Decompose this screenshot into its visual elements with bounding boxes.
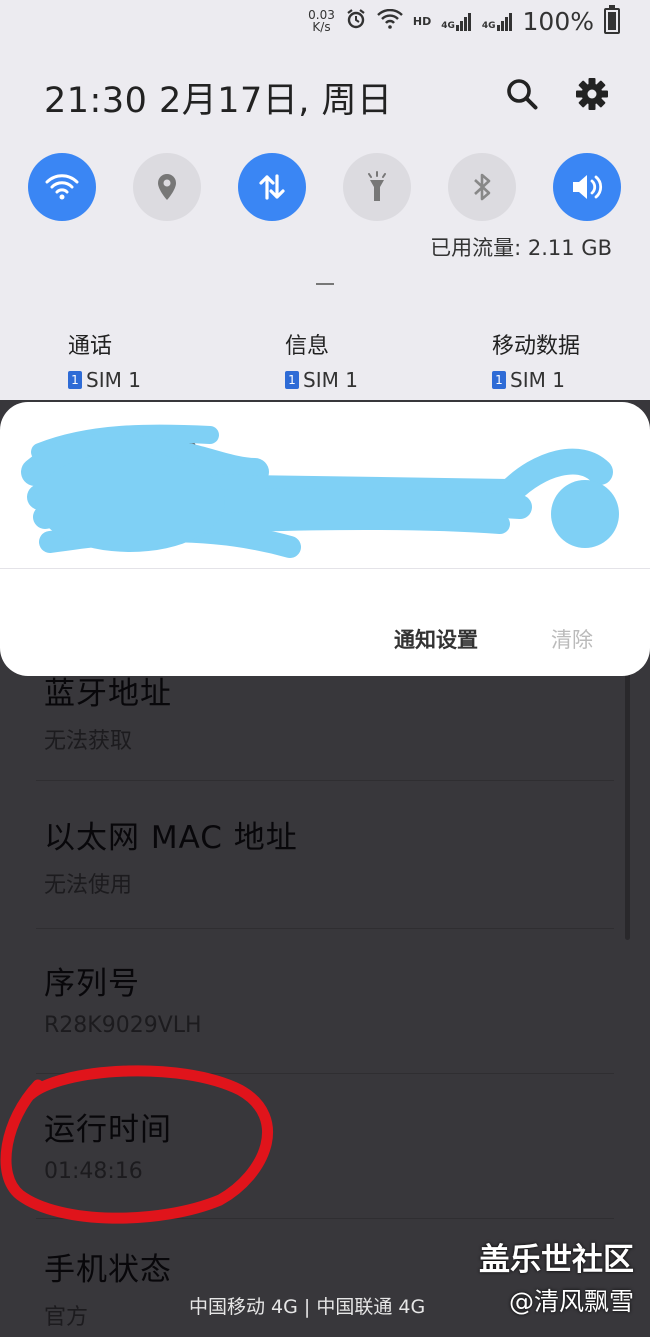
setting-bluetooth-address[interactable]: 蓝牙地址 无法获取 xyxy=(44,668,614,755)
setting-title: 以太网 MAC 地址 xyxy=(44,820,298,856)
battery-icon xyxy=(604,5,620,34)
divider xyxy=(36,780,614,781)
sim-indicator: 1 SIM 1 xyxy=(492,368,580,392)
setting-ethernet-mac[interactable]: 以太网 MAC 地址 无法使用 xyxy=(44,812,614,899)
signal-icon: 4G xyxy=(482,11,513,31)
setting-uptime[interactable]: 运行时间 01:48:16 xyxy=(44,1104,614,1184)
wifi-icon xyxy=(45,174,79,200)
card-divider xyxy=(0,568,650,569)
signal-icon: 4G xyxy=(441,11,472,31)
notification-settings-button[interactable]: 通知设置 xyxy=(394,624,478,654)
hd-indicator: HD xyxy=(412,14,432,28)
notification-shade: 0.03 K/s HD 4G 4G 100% 21:30 2月17日, 周日 已… xyxy=(0,0,650,400)
setting-serial-number[interactable]: 序列号 R28K9029VLH xyxy=(44,958,614,1038)
search-button[interactable] xyxy=(502,74,542,114)
sim-name: SIM 1 xyxy=(86,368,141,392)
setting-value: R28K9029VLH xyxy=(44,1013,202,1038)
network-speed-unit: K/s xyxy=(312,20,331,34)
wifi-icon xyxy=(377,8,403,33)
gear-icon xyxy=(576,78,608,110)
carrier-text: 中国移动 4G | 中国联通 4G xyxy=(189,1296,426,1318)
sim-badge-icon: 1 xyxy=(285,371,299,389)
alarm-icon xyxy=(345,8,367,35)
clear-button[interactable]: 清除 xyxy=(551,624,593,654)
divider xyxy=(36,1073,614,1074)
setting-title: 序列号 xyxy=(44,966,140,1002)
data-usage-label: 已用流量: 2.11 GB xyxy=(430,236,612,260)
toggle-wifi[interactable] xyxy=(28,153,96,221)
settings-button[interactable] xyxy=(572,74,612,114)
scrollbar[interactable] xyxy=(625,660,630,940)
setting-value: 01:48:16 xyxy=(44,1159,143,1184)
toggle-location[interactable] xyxy=(133,153,201,221)
quick-settings-row xyxy=(28,153,624,223)
sim-indicator: 1 SIM 1 xyxy=(68,368,141,392)
divider xyxy=(36,1218,614,1219)
network-type-label: 4G xyxy=(441,21,455,31)
toggle-mobile-data[interactable] xyxy=(238,153,306,221)
flashlight-icon xyxy=(368,171,386,201)
sim-name: SIM 1 xyxy=(303,368,358,392)
network-type-label: 4G xyxy=(481,21,496,31)
sim-setting-label: 通话 xyxy=(68,334,113,359)
location-pin-icon xyxy=(158,174,176,200)
sim-setting-label: 移动数据 xyxy=(492,334,581,359)
toggle-flashlight[interactable] xyxy=(343,153,411,221)
speaker-icon xyxy=(573,175,603,199)
bluetooth-icon xyxy=(474,173,491,201)
expand-handle[interactable] xyxy=(316,283,334,285)
sim-setting-messages[interactable]: 信息 1 SIM 1 xyxy=(285,328,358,392)
sim-indicator: 1 SIM 1 xyxy=(285,368,358,392)
battery-percent: 100% xyxy=(522,6,594,36)
toggle-sound[interactable] xyxy=(553,153,621,221)
sim-name: SIM 1 xyxy=(510,368,565,392)
sim-badge-icon: 1 xyxy=(68,371,82,389)
watermark-community: 盖乐世社区 xyxy=(479,1242,634,1278)
setting-value: 无法使用 xyxy=(44,873,133,898)
sim-setting-label: 信息 xyxy=(285,334,330,359)
status-bar: 0.03 K/s HD 4G 4G 100% xyxy=(308,4,620,38)
toggle-bluetooth[interactable] xyxy=(448,153,516,221)
setting-title: 运行时间 xyxy=(44,1112,172,1148)
redaction-scribble xyxy=(21,424,619,558)
network-speed: 0.03 K/s xyxy=(308,9,335,33)
divider xyxy=(36,928,614,929)
search-icon xyxy=(507,79,538,110)
watermark-author: @清风飘雪 xyxy=(508,1287,634,1316)
notification-content[interactable]: 23 xyxy=(0,402,650,567)
sim-setting-mobile-data[interactable]: 移动数据 1 SIM 1 xyxy=(492,328,580,392)
setting-value: 无法获取 xyxy=(44,729,133,754)
notification-card[interactable]: 23 通知设置 清除 xyxy=(0,402,650,676)
data-arrows-icon xyxy=(259,174,285,200)
date-time: 21:30 2月17日, 周日 xyxy=(44,81,393,121)
sim-setting-calls[interactable]: 通话 1 SIM 1 xyxy=(68,328,141,392)
sim-badge-icon: 1 xyxy=(492,371,506,389)
